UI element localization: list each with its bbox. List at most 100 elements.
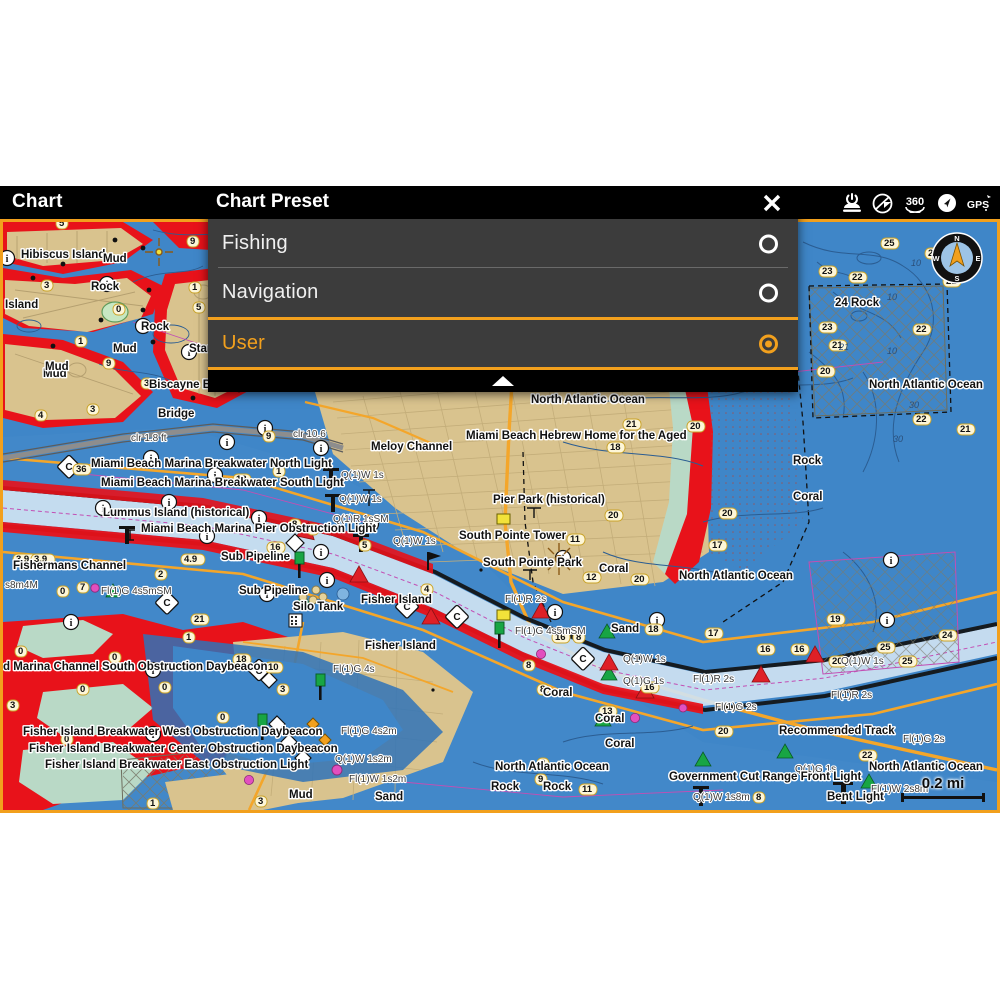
map-place-label: Coral: [793, 491, 822, 503]
svg-text:i: i: [6, 254, 9, 265]
map-light-label: Fl(1)R 2s: [505, 594, 546, 605]
radio-button-fishing[interactable]: [759, 234, 778, 253]
map-place-label: Island: [5, 299, 38, 311]
power-icon[interactable]: [841, 193, 863, 213]
radio-button-user[interactable]: [759, 334, 778, 353]
dialog-header: Chart Preset: [208, 186, 798, 219]
map-place-label: Meloy Channel: [371, 441, 452, 453]
depth-sounding: 3: [90, 404, 95, 415]
depth-sounding: 1: [186, 632, 192, 643]
map-place-label: Bridge: [158, 408, 194, 420]
depth-sounding: 3: [280, 684, 285, 695]
depth-sounding: 20: [690, 421, 701, 432]
heading-icon[interactable]: [937, 193, 957, 213]
map-place-label: Miami Beach Marina Breakwater North Ligh…: [91, 458, 332, 470]
map-light-label: Fl(1)W 1s2m: [349, 774, 406, 785]
map-place-label: Recommended Track: [779, 725, 895, 737]
radio-button-navigation[interactable]: [759, 283, 778, 302]
svg-text:C: C: [453, 612, 460, 623]
compass-e: E: [975, 254, 980, 263]
map-light-label: Q(1)W 1s8m: [693, 792, 750, 803]
map-place-label: Silo Tank: [293, 601, 344, 613]
map-light-label: Q(1)W 1s: [393, 536, 436, 547]
depth-sounding: 3: [10, 700, 15, 711]
map-place-label: d Marina Channel South Obstruction Daybe…: [3, 661, 268, 673]
map-place-label: Rock: [491, 781, 520, 793]
map-light-label: clr 10.6: [293, 429, 326, 440]
contour-label: 10: [887, 292, 897, 302]
depth-sounding: 20: [718, 726, 729, 737]
depth-sounding: 0: [116, 304, 121, 315]
contour-label: 10: [887, 346, 897, 356]
map-place-label: North Atlantic Ocean: [869, 379, 983, 391]
chart-preset-dialog: Chart Preset Fishing Navigation User: [208, 186, 798, 392]
map-place-label: Fisher Island Breakwater East Obstructio…: [45, 759, 308, 771]
depth-sounding: 1: [150, 798, 156, 809]
map-place-label: Lummus Island (historical): [103, 507, 249, 519]
depth-sounding: 0: [80, 684, 85, 695]
360-icon[interactable]: 360: [902, 193, 928, 213]
map-scale-ruler: [901, 793, 985, 802]
map-light-label: Fl(1)R 2s: [831, 690, 872, 701]
svg-text:i: i: [70, 618, 73, 629]
contour-label: 30: [893, 434, 903, 444]
depth-sounding: 19: [830, 614, 841, 625]
close-icon[interactable]: [752, 186, 792, 219]
preset-option-navigation[interactable]: Navigation: [208, 268, 798, 317]
depth-sounding: 21: [960, 424, 971, 435]
gps-icon[interactable]: GPS: [966, 193, 992, 213]
map-place-label: South Pointe Tower: [459, 530, 567, 542]
depth-sounding: 20: [820, 366, 831, 377]
svg-text:C: C: [163, 598, 170, 609]
svg-text:i: i: [326, 576, 329, 587]
map-place-label: Bent Light: [827, 791, 884, 803]
depth-sounding: 9: [106, 358, 111, 369]
depth-sounding: 22: [916, 324, 927, 335]
map-place-label: Coral: [605, 738, 634, 750]
map-light-label: clr 1.8 ft: [131, 433, 167, 444]
depth-sounding: 1: [78, 336, 84, 347]
preset-option-fishing[interactable]: Fishing: [208, 219, 798, 268]
preset-option-label: Fishing: [222, 232, 288, 254]
map-place-label: Fisher Island Breakwater West Obstructio…: [23, 726, 323, 738]
map-place-label: Miami Beach Marina Breakwater South Ligh…: [101, 477, 344, 489]
depth-sounding: 5: [362, 540, 368, 551]
dialog-collapse-button[interactable]: [208, 370, 798, 392]
preset-option-user[interactable]: User: [208, 317, 798, 370]
map-scale-bar: 0.2 mi: [901, 775, 985, 802]
depth-sounding: 23: [822, 322, 833, 333]
map-light-label: Fl(1)G 2s: [903, 734, 945, 745]
map-place-label: North Atlantic Ocean: [495, 761, 609, 773]
map-place-label: North Atlantic Ocean: [531, 394, 645, 406]
map-light-label: Fl(1)R 2s: [693, 674, 734, 685]
depth-sounding: 25: [884, 238, 895, 249]
map-light-label: Q(1)W 1s: [339, 494, 382, 505]
map-place-label: Fishermans Channel: [13, 560, 126, 572]
depth-sounding: 7: [80, 582, 85, 593]
depth-sounding: 5: [59, 222, 65, 229]
map-light-label: Fl(1)G 4s5mSM: [101, 586, 172, 597]
depth-sounding: 8: [526, 660, 531, 671]
depth-sounding: 9: [190, 236, 195, 247]
depth-sounding: 23: [822, 266, 833, 277]
depth-sounding: 3: [258, 796, 263, 807]
svg-text:i: i: [320, 444, 323, 455]
depth-sounding: 22: [852, 272, 863, 283]
map-place-label: Sand: [611, 623, 639, 635]
dialog-title: Chart Preset: [216, 191, 329, 212]
depth-sounding: 25: [902, 656, 913, 667]
depth-sounding: 9: [266, 431, 271, 442]
depth-sounding: 16: [794, 644, 805, 655]
depth-sounding: 20: [634, 574, 645, 585]
map-place-label: Rock: [793, 455, 822, 467]
svg-text:i: i: [890, 556, 893, 567]
depth-sounding: 16: [760, 644, 771, 655]
depth-sounding: 17: [708, 628, 719, 639]
map-place-label: Hibiscus Island: [21, 249, 105, 261]
contour-label: 30: [909, 400, 919, 410]
compass-n: N: [954, 234, 959, 243]
depth-sounding: 21: [194, 614, 205, 625]
sonar-icon[interactable]: [872, 193, 893, 214]
map-scale-value: 0.2 mi: [921, 775, 965, 792]
depth-sounding: 4.9: [184, 554, 197, 565]
